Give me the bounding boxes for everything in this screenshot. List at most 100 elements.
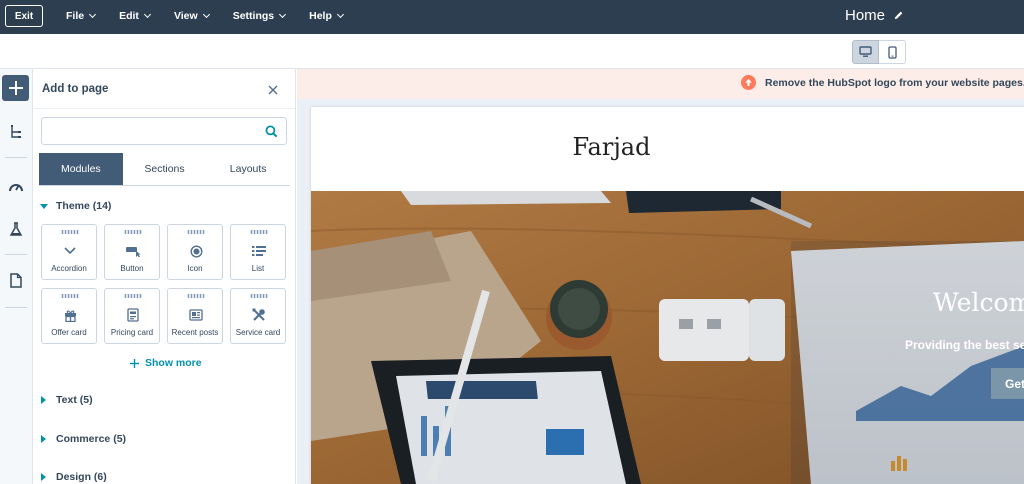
drag-handle-icon — [250, 294, 268, 298]
button-cursor-icon — [126, 247, 141, 257]
drag-handle-icon — [187, 294, 205, 298]
layers-tree-button[interactable] — [5, 121, 27, 143]
site-page[interactable]: Farjad Welcom Providing the best se Get — [311, 107, 1024, 484]
add-button[interactable] — [2, 75, 29, 101]
group-commerce-label: Commerce (5) — [56, 433, 127, 445]
close-icon[interactable] — [267, 84, 279, 96]
price-tag-icon — [127, 308, 139, 322]
menu-file[interactable]: File — [66, 10, 97, 22]
drag-handle-icon — [187, 230, 205, 234]
mobile-preview-button[interactable] — [879, 40, 906, 64]
hero-subtitle[interactable]: Providing the best services — [905, 338, 1024, 352]
group-commerce-toggle[interactable]: Commerce (5) — [40, 431, 126, 447]
upgrade-arrow-icon — [741, 75, 756, 90]
rail-divider — [5, 307, 27, 308]
search-icon[interactable] — [265, 125, 278, 138]
caret-down-icon — [40, 203, 48, 209]
module-card-label: Offer card — [51, 328, 87, 337]
hubspot-logo-banner[interactable]: Remove the HubSpot logo from your websit… — [297, 69, 1024, 99]
site-logo[interactable]: Farjad — [311, 133, 1024, 161]
top-nav-bar: Exit File Edit View Settings Help Home — [0, 0, 1024, 34]
group-text-toggle[interactable]: Text (5) — [40, 392, 93, 408]
caret-right-icon — [41, 396, 46, 404]
target-icon — [189, 244, 203, 258]
tab-sections[interactable]: Sections — [123, 153, 207, 185]
chevron-down-icon — [202, 10, 210, 19]
group-design-toggle[interactable]: Design (6) — [40, 469, 107, 484]
group-design-label: Design (6) — [56, 471, 107, 483]
module-card-accordion[interactable]: Accordion — [41, 224, 97, 280]
module-card-list[interactable]: List — [230, 224, 286, 280]
menu-edit[interactable]: Edit — [119, 10, 151, 22]
hero-section[interactable]: Welcome Providing the best services Get — [311, 191, 1024, 484]
mobile-icon — [887, 45, 897, 59]
drag-handle-icon — [124, 294, 142, 298]
menu-help[interactable]: Help — [309, 10, 344, 22]
page-preview: Remove the HubSpot logo from your websit… — [297, 69, 1024, 484]
panel-tabs: Modules Sections Layouts — [39, 153, 290, 186]
chevron-down-icon — [143, 10, 151, 19]
module-card-recent-posts[interactable]: Recent posts — [167, 288, 223, 344]
module-card-offer-card[interactable]: Offer card — [41, 288, 97, 344]
search-input[interactable] — [48, 122, 258, 140]
group-text-label: Text (5) — [56, 394, 93, 406]
group-theme-toggle[interactable]: Theme (14) — [40, 198, 111, 214]
drag-handle-icon — [124, 230, 142, 234]
rail-divider — [5, 157, 27, 158]
tools-icon — [252, 308, 265, 321]
list-icon — [252, 246, 266, 256]
module-card-button[interactable]: Button — [104, 224, 160, 280]
module-card-pricing-card[interactable]: Pricing card — [104, 288, 160, 344]
chevron-down-icon — [336, 10, 344, 19]
optimize-button[interactable] — [5, 175, 27, 197]
exit-button[interactable]: Exit — [5, 5, 43, 27]
module-card-service-card[interactable]: Service card — [230, 288, 286, 344]
module-card-label: Button — [120, 264, 144, 273]
tab-modules[interactable]: Modules — [39, 153, 123, 185]
chevron-down-icon — [64, 247, 76, 255]
module-card-icon[interactable]: Icon — [167, 224, 223, 280]
document-icon — [10, 272, 22, 288]
posts-icon — [189, 309, 203, 321]
module-card-label: Service card — [235, 328, 281, 337]
caret-right-icon — [41, 473, 46, 481]
rail-divider — [5, 254, 27, 255]
desktop-icon — [859, 46, 872, 57]
menu-help-label: Help — [309, 10, 332, 22]
hero-cta-button[interactable]: Get — [991, 368, 1024, 399]
test-button[interactable] — [5, 218, 27, 240]
device-preview-toggle — [852, 40, 906, 64]
panel-header: Add to page — [34, 69, 295, 109]
module-search — [41, 117, 287, 145]
plus-icon — [8, 81, 23, 95]
flask-icon — [9, 221, 23, 236]
group-theme-label: Theme (14) — [56, 200, 112, 212]
page-settings-button[interactable] — [5, 269, 27, 291]
menu-view[interactable]: View — [173, 10, 210, 22]
chevron-down-icon — [279, 10, 287, 19]
menu-settings-label: Settings — [232, 10, 275, 22]
editor-toolbar — [0, 34, 1024, 69]
menu-view-label: View — [173, 10, 198, 22]
menu-bar: File Edit View Settings Help — [66, 0, 344, 32]
show-more-label: Show more — [145, 357, 202, 369]
add-to-page-panel: Add to page Modules Sections Layouts The… — [34, 69, 296, 484]
menu-settings[interactable]: Settings — [232, 10, 287, 22]
drag-handle-icon — [250, 230, 268, 234]
tab-layouts[interactable]: Layouts — [206, 153, 290, 185]
panel-title: Add to page — [42, 83, 109, 95]
drag-handle-icon — [61, 230, 79, 234]
hero-title[interactable]: Welcome — [933, 288, 1024, 317]
left-tool-rail — [0, 69, 33, 484]
desktop-preview-button[interactable] — [852, 40, 879, 64]
module-card-label: Accordion — [51, 264, 87, 273]
pencil-icon[interactable] — [893, 10, 904, 21]
show-more-button[interactable]: Show more — [130, 357, 202, 369]
banner-text: Remove the HubSpot logo from your websit… — [765, 77, 1024, 89]
drag-handle-icon — [61, 294, 79, 298]
caret-right-icon — [41, 435, 46, 443]
module-card-label: Pricing card — [110, 328, 154, 337]
plus-icon — [130, 358, 139, 368]
page-title[interactable]: Home — [845, 7, 904, 24]
speedometer-icon — [9, 183, 23, 191]
